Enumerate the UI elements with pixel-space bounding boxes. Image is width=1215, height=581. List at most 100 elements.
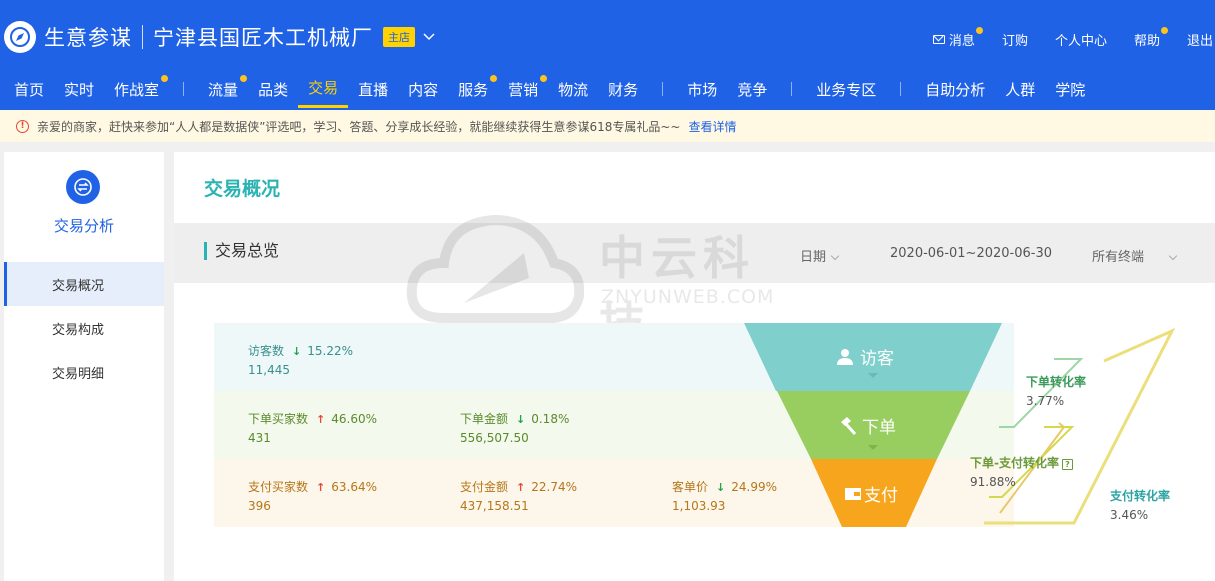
sidebar-item-label: 交易概况 bbox=[52, 278, 105, 294]
sidebar-item-composition[interactable]: 交易构成 bbox=[4, 306, 164, 350]
shop-name: 宁津县国匠木工机械厂 bbox=[153, 26, 373, 50]
metric-value: 556,507.50 bbox=[460, 431, 529, 445]
metric-pay-amount[interactable]: 支付金额 ↑ 22.74% 437,158.51 bbox=[460, 478, 577, 513]
metric-label: 下单买家数 bbox=[248, 412, 309, 426]
arrow-down-icon: ↓ bbox=[292, 345, 302, 358]
top-bar: 生意参谋 宁津县国匠木工机械厂 主店 消息 订购 个人中心 帮助 退出 首页 实… bbox=[0, 0, 1215, 110]
nav-finance[interactable]: 财务 bbox=[598, 70, 648, 108]
sidebar-title: 交易分析 bbox=[53, 217, 114, 235]
watermark-subtext: ZNYUNWEB.COM bbox=[601, 286, 775, 308]
logout-label: 退出 bbox=[1186, 34, 1213, 49]
chevron-down-icon[interactable] bbox=[423, 30, 435, 45]
nav-traffic[interactable]: 流量 bbox=[198, 70, 248, 108]
help-link[interactable]: 帮助 bbox=[1134, 27, 1168, 49]
nav-label: 财务 bbox=[608, 80, 639, 99]
page-title: 交易概况 bbox=[204, 178, 281, 200]
metric-visitors[interactable]: 访客数 ↓ 15.22% 11,445 bbox=[248, 342, 353, 377]
wallet-icon bbox=[845, 487, 861, 500]
metric-label: 客单价 bbox=[672, 480, 709, 494]
mail-icon bbox=[932, 35, 945, 44]
help-icon[interactable]: ? bbox=[1061, 459, 1073, 470]
order-conversion-rate: 下单转化率 3.77% bbox=[1026, 373, 1086, 408]
nav-label: 直播 bbox=[358, 80, 389, 99]
nav-label: 品类 bbox=[258, 80, 289, 99]
metric-change: 0.18% bbox=[531, 412, 570, 426]
date-filter-label: 日期 bbox=[800, 250, 827, 265]
sidebar-item-details[interactable]: 交易明细 bbox=[4, 350, 164, 394]
personal-center-link[interactable]: 个人中心 bbox=[1055, 30, 1107, 49]
arrow-up-icon: ↑ bbox=[516, 481, 526, 494]
nav-business-zone[interactable]: 业务专区 bbox=[806, 70, 886, 108]
notification-dot bbox=[240, 75, 248, 82]
nav-live[interactable]: 直播 bbox=[348, 70, 398, 108]
nav-trade[interactable]: 交易 bbox=[298, 70, 349, 108]
top-links: 消息 订购 个人中心 帮助 退出 bbox=[932, 27, 1215, 49]
nav-label: 自助分析 bbox=[925, 80, 986, 99]
user-icon bbox=[837, 348, 853, 365]
nav-label: 人群 bbox=[1005, 80, 1036, 99]
terminal-filter-dropdown[interactable]: 所有终端 bbox=[1092, 246, 1178, 265]
nav-label: 学院 bbox=[1055, 80, 1086, 99]
nav-label: 首页 bbox=[14, 80, 45, 99]
messages-link[interactable]: 消息 bbox=[932, 27, 983, 49]
brand[interactable]: 生意参谋 宁津县国匠木工机械厂 主店 bbox=[4, 20, 435, 54]
date-filter-dropdown[interactable]: 日期 bbox=[800, 246, 840, 265]
metric-order-amount[interactable]: 下单金额 ↓ 0.18% 556,507.50 bbox=[460, 410, 569, 445]
nav-market[interactable]: 市场 bbox=[677, 70, 727, 108]
arrow-up-icon: ↑ bbox=[316, 413, 326, 426]
nav-service[interactable]: 服务 bbox=[448, 70, 498, 108]
metric-value: 11,445 bbox=[248, 363, 290, 377]
rate-label: 支付转化率 bbox=[1110, 489, 1171, 503]
hammer-icon bbox=[841, 416, 857, 435]
nav-label: 竞争 bbox=[737, 80, 768, 99]
rate-label: 下单-支付转化率 bbox=[970, 456, 1059, 470]
terminal-filter-label: 所有终端 bbox=[1092, 250, 1145, 265]
funnel-label-order: 下单 bbox=[838, 413, 896, 438]
metric-change: 46.60% bbox=[331, 412, 377, 426]
funnel-stage-label: 支付 bbox=[864, 486, 898, 506]
arrow-down-icon: ↓ bbox=[716, 481, 726, 494]
personal-center-label: 个人中心 bbox=[1054, 34, 1107, 49]
nav-label: 市场 bbox=[687, 80, 718, 99]
logout-link[interactable]: 退出 bbox=[1187, 30, 1213, 49]
notice-bar: ! 亲爱的商家，赶快来参加“人人都是数据侠”评选吧，学习、答题、分享成长经验，就… bbox=[0, 110, 1215, 142]
nav-competition[interactable]: 竞争 bbox=[727, 70, 777, 108]
subscribe-label: 订购 bbox=[1001, 34, 1028, 49]
notice-details-link[interactable]: 查看详情 bbox=[688, 118, 736, 135]
nav-war-room[interactable]: 作战室 bbox=[104, 70, 169, 108]
messages-label: 消息 bbox=[948, 34, 975, 49]
funnel-stage-label: 访客 bbox=[860, 349, 894, 369]
metric-order-buyers[interactable]: 下单买家数 ↑ 46.60% 431 bbox=[248, 410, 377, 445]
sidebar-item-overview[interactable]: 交易概况 bbox=[4, 262, 164, 306]
sidebar: 交易分析 交易概况 交易构成 交易明细 bbox=[4, 152, 164, 581]
nav-category[interactable]: 品类 bbox=[248, 70, 298, 108]
notification-dot bbox=[490, 75, 498, 82]
nav-self-analysis[interactable]: 自助分析 bbox=[915, 70, 995, 108]
section-title: 交易总览 bbox=[204, 242, 279, 260]
sidebar-item-label: 交易明细 bbox=[52, 366, 105, 382]
main-nav: 首页 实时 作战室 流量 品类 交易 直播 内容 服务 营销 物流 财务 市场 … bbox=[0, 68, 1095, 110]
rate-value: 3.77% bbox=[1026, 394, 1065, 408]
nav-crowd[interactable]: 人群 bbox=[995, 70, 1045, 108]
nav-academy[interactable]: 学院 bbox=[1045, 70, 1095, 108]
date-range-value[interactable]: 2020-06-01~2020-06-30 bbox=[890, 246, 1052, 261]
arrow-up-icon: ↑ bbox=[316, 481, 326, 494]
nav-content[interactable]: 内容 bbox=[398, 70, 448, 108]
funnel-stage-label: 下单 bbox=[862, 418, 896, 438]
nav-logistics[interactable]: 物流 bbox=[548, 70, 598, 108]
nav-label: 作战室 bbox=[114, 80, 160, 99]
metric-label: 访客数 bbox=[248, 344, 285, 358]
nav-divider bbox=[662, 82, 664, 96]
nav-home[interactable]: 首页 bbox=[0, 70, 54, 108]
nav-label: 流量 bbox=[208, 80, 239, 99]
nav-label: 业务专区 bbox=[816, 80, 877, 99]
pay-conversion-rate: 支付转化率 3.46% bbox=[1110, 487, 1170, 522]
metric-label: 支付买家数 bbox=[248, 480, 309, 494]
subscribe-link[interactable]: 订购 bbox=[1002, 30, 1028, 49]
nav-marketing[interactable]: 营销 bbox=[498, 70, 548, 108]
metric-pay-buyers[interactable]: 支付买家数 ↑ 63.64% 396 bbox=[248, 478, 377, 513]
nav-realtime[interactable]: 实时 bbox=[54, 70, 104, 108]
metric-label: 下单金额 bbox=[460, 412, 509, 426]
notification-dot bbox=[1160, 27, 1168, 34]
compass-icon bbox=[4, 21, 36, 53]
